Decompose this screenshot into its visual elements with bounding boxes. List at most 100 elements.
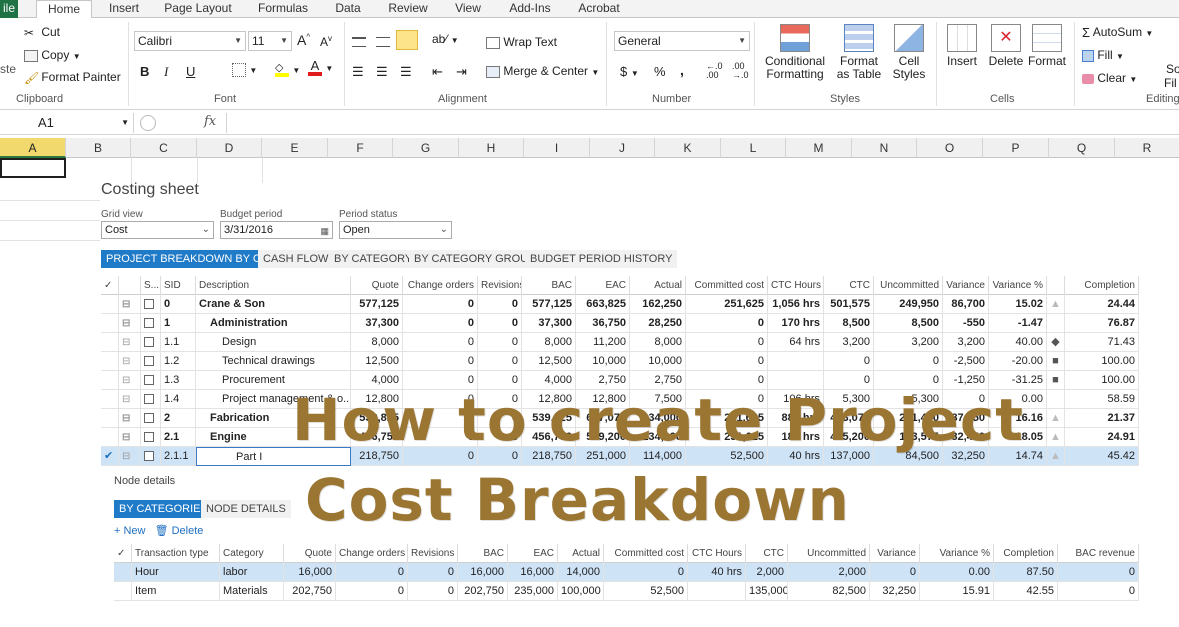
row-checkbox[interactable] (144, 318, 154, 329)
column-header[interactable]: Change orders (336, 544, 408, 563)
insert-cells-button[interactable]: Insert (942, 24, 982, 68)
column-header[interactable]: CTC (824, 276, 874, 295)
tab-by-categories[interactable]: BY CATEGORIES (114, 500, 213, 518)
row-selector[interactable] (101, 295, 119, 314)
row-selector[interactable] (101, 333, 119, 352)
row-selector[interactable] (101, 314, 119, 333)
column-header[interactable]: BAC (458, 544, 508, 563)
column-header[interactable]: Uncommitted (874, 276, 943, 295)
number-format-select[interactable]: General ▼ (614, 31, 750, 51)
column-header[interactable]: O (917, 138, 983, 158)
font-size-select[interactable]: 11 ▼ (248, 31, 292, 51)
conditional-formatting-button[interactable]: Conditional Formatting (762, 24, 828, 81)
copy-button[interactable]: Copy ▼ (24, 48, 81, 62)
currency-button[interactable]: $ ▼ (620, 64, 639, 79)
align-middle-icon[interactable] (376, 34, 390, 48)
column-header[interactable]: P (983, 138, 1049, 158)
tab-formulas[interactable]: Formulas (252, 0, 314, 18)
collapse-icon[interactable]: ⊟ (119, 390, 141, 409)
delete-button[interactable]: 🗑 Delete (155, 525, 204, 537)
decrease-indent-icon[interactable]: ⇤ (432, 64, 443, 80)
name-box[interactable]: A1 ▼ (0, 113, 134, 133)
font-color-button[interactable]: A ▼ (308, 59, 333, 76)
tab-insert[interactable]: Insert (100, 0, 148, 18)
column-header[interactable]: Category (220, 544, 284, 563)
row-selector[interactable] (114, 582, 132, 601)
delete-cells-button[interactable]: ✕ Delete (986, 24, 1026, 68)
collapse-icon[interactable]: ⊟ (119, 428, 141, 447)
column-header[interactable]: EAC (576, 276, 630, 295)
column-header[interactable]: D (197, 138, 262, 158)
selected-cell-a1[interactable] (0, 158, 66, 178)
italic-button[interactable]: I (164, 64, 168, 80)
column-header[interactable]: CTC (746, 544, 788, 563)
row-checkbox[interactable] (144, 413, 154, 424)
calendar-icon[interactable]: ▦ (320, 223, 329, 239)
column-header[interactable]: Variance % (920, 544, 994, 563)
align-center-icon[interactable]: ☰ (376, 64, 388, 80)
column-header[interactable]: L (721, 138, 786, 158)
table-row[interactable]: ⊟ 0 Crane & Son 577,125 0 0 577,125 663,825 162,… (101, 295, 1139, 314)
column-header[interactable]: N (852, 138, 917, 158)
collapse-icon[interactable]: ⊟ (119, 409, 141, 428)
period-status-select[interactable]: Open ⌄ (339, 221, 452, 239)
increase-decimal-icon[interactable]: ←.0.00 (706, 62, 723, 80)
column-header[interactable]: BAC (522, 276, 576, 295)
column-header[interactable]: Uncommitted (788, 544, 870, 563)
format-cells-button[interactable]: Format (1026, 24, 1068, 68)
column-header[interactable]: G (393, 138, 459, 158)
row-checkbox[interactable] (144, 356, 154, 367)
paste-button[interactable]: ste (0, 62, 16, 76)
cut-button[interactable]: ✂ Cut (24, 25, 60, 40)
row-checkbox[interactable] (144, 375, 154, 386)
column-header[interactable] (1047, 276, 1065, 295)
row-selector[interactable] (101, 390, 119, 409)
borders-button[interactable]: ▼ (232, 62, 257, 77)
column-header[interactable]: BAC revenue (1058, 544, 1139, 563)
grow-font-button[interactable]: A^ (297, 32, 310, 48)
column-header[interactable]: EAC (508, 544, 558, 563)
percent-button[interactable]: % (654, 64, 666, 79)
column-header[interactable]: F (328, 138, 393, 158)
row-selected-check-icon[interactable]: ✔ (101, 447, 119, 466)
column-header[interactable]: M (786, 138, 852, 158)
table-row[interactable]: Item Materials 202,750 0 0 202,750 235,000 100,… (114, 582, 1139, 601)
column-header[interactable]: Variance (870, 544, 920, 563)
clear-button[interactable]: Clear ▼ (1082, 71, 1137, 85)
column-header[interactable]: Completion (994, 544, 1058, 563)
sort-filter-button[interactable]: So (1166, 62, 1179, 76)
row-selector[interactable] (101, 428, 119, 447)
row-checkbox[interactable] (144, 299, 154, 310)
shrink-font-button[interactable]: Av (320, 34, 332, 49)
table-row[interactable]: ⊟ 1.1 Design 8,000 0 0 8,000 11,200 8,000 0 64 hrs… (101, 333, 1139, 352)
column-header[interactable]: A (0, 138, 66, 158)
column-header[interactable]: Actual (558, 544, 604, 563)
column-header[interactable]: CTC Hours (768, 276, 824, 295)
column-header[interactable]: Description (196, 276, 351, 295)
increase-indent-icon[interactable]: ⇥ (456, 64, 467, 80)
orientation-icon[interactable]: ab⁄ ▼ (432, 32, 459, 46)
new-button[interactable]: + New (114, 525, 146, 537)
cell-styles-button[interactable]: Cell Styles (888, 24, 930, 81)
column-header[interactable]: Quote (351, 276, 403, 295)
row-selector[interactable] (114, 563, 132, 582)
row-selector[interactable] (101, 352, 119, 371)
column-header[interactable]: Revisions (478, 276, 522, 295)
column-header[interactable]: ✓ (101, 276, 119, 295)
column-header[interactable]: R (1115, 138, 1179, 158)
row-selector[interactable] (101, 409, 119, 428)
column-header[interactable]: Change orders (403, 276, 478, 295)
row-checkbox[interactable] (144, 337, 154, 348)
wrap-text-button[interactable]: Wrap Text (486, 35, 557, 49)
row-checkbox[interactable] (144, 432, 154, 443)
function-icon[interactable]: fx (204, 114, 216, 129)
align-top-icon[interactable] (352, 34, 366, 48)
bold-button[interactable]: B (140, 64, 149, 79)
column-header[interactable]: Transaction type (132, 544, 220, 563)
row-checkbox[interactable] (144, 394, 154, 405)
tab-by-category[interactable]: BY CATEGORY (329, 250, 418, 268)
column-header[interactable]: CTC Hours (688, 544, 746, 563)
column-header[interactable]: Completion (1065, 276, 1139, 295)
collapse-icon[interactable]: ⊟ (119, 447, 141, 466)
column-header[interactable]: Quote (284, 544, 336, 563)
